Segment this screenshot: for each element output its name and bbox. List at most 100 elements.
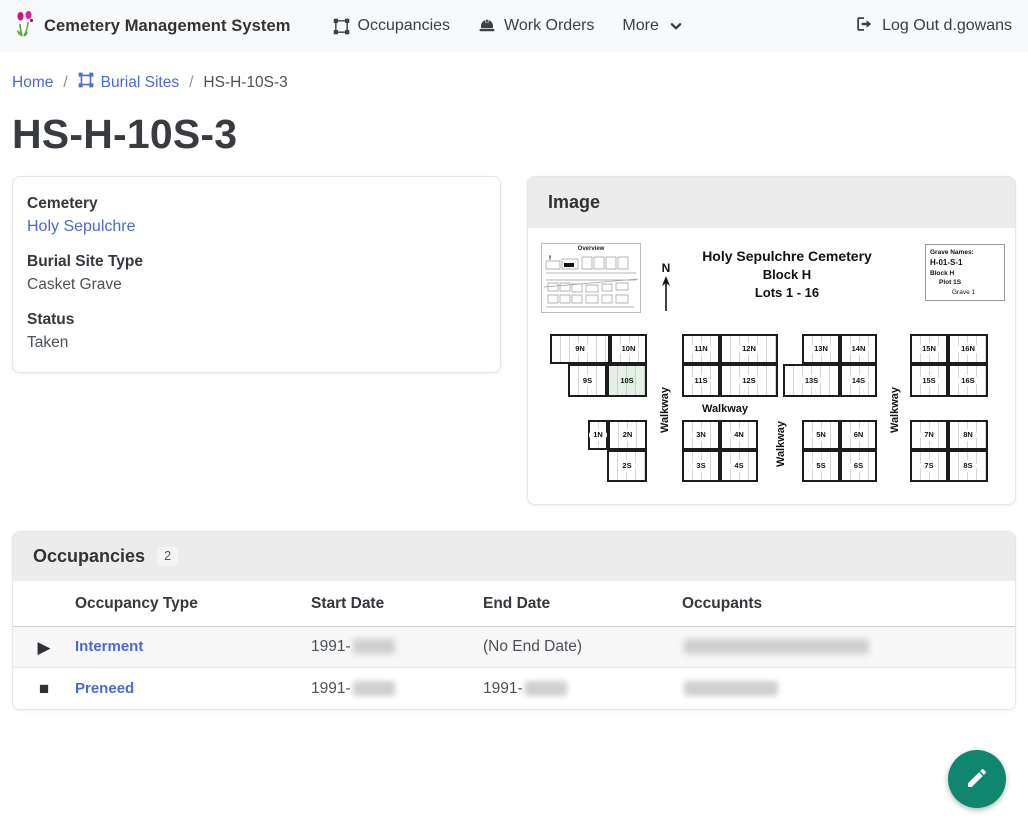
lot-label: 12N bbox=[738, 343, 760, 355]
edit-fab-button[interactable] bbox=[948, 750, 1006, 808]
lot-cell-13N: 13N bbox=[802, 334, 840, 364]
breadcrumb-home-link[interactable]: Home bbox=[12, 74, 53, 92]
burial-plot-icon bbox=[78, 72, 94, 93]
app-title: Cemetery Management System bbox=[44, 17, 291, 36]
end-date-cell: (No End Date) bbox=[483, 638, 682, 656]
field-value: Casket Grave bbox=[27, 276, 486, 294]
lot-label: 9N bbox=[571, 343, 589, 355]
lot-cell-8N: 8N bbox=[948, 420, 988, 450]
lot-cell-4N: 4N bbox=[720, 420, 758, 450]
breadcrumb-burial-sites-link[interactable]: Burial Sites bbox=[78, 72, 179, 93]
field-label: Status bbox=[27, 311, 486, 329]
nav-item-occupancies[interactable]: Occupancies bbox=[319, 17, 465, 35]
occupancies-title: Occupancies bbox=[33, 546, 145, 567]
lot-cell-15N: 15N bbox=[910, 334, 948, 364]
col-occupancy-type: Occupancy Type bbox=[75, 595, 311, 613]
lot-label: 8N bbox=[959, 429, 977, 441]
table-header-row: Occupancy Type Start Date End Date Occup… bbox=[13, 581, 1015, 627]
col-occupants: Occupants bbox=[682, 595, 1015, 613]
lot-cell-8S: 8S bbox=[948, 450, 988, 482]
lot-label: 12S bbox=[738, 375, 759, 387]
logout-button[interactable]: Log Out d.gowans bbox=[855, 15, 1014, 38]
lot-label: 7S bbox=[920, 460, 937, 472]
lot-label: 1N bbox=[589, 429, 607, 441]
lot-cell-16N: 16N bbox=[948, 334, 988, 364]
occupancy-row: ▶Interment1991-(No End Date) bbox=[13, 627, 1015, 668]
redacted-value bbox=[353, 681, 395, 696]
lot-cell-5N: 5N bbox=[802, 420, 840, 450]
lot-label: 15N bbox=[918, 343, 940, 355]
map-title-line3: Lots 1 - 16 bbox=[662, 285, 912, 300]
nav-item-more[interactable]: More bbox=[608, 17, 696, 35]
lot-label: 3N bbox=[692, 429, 710, 441]
lot-cell-7S: 7S bbox=[910, 450, 948, 482]
sign-out-icon bbox=[855, 15, 873, 38]
logout-label: Log Out d.gowans bbox=[882, 17, 1012, 35]
lot-label: 5S bbox=[812, 460, 829, 472]
lot-label: 4N bbox=[730, 429, 748, 441]
lot-label: 10S bbox=[616, 375, 637, 387]
lot-cell-12N: 12N bbox=[720, 334, 778, 364]
breadcrumb: Home / Burial Sites / HS-H-10S-3 bbox=[0, 52, 1028, 107]
map-title-line2: Block H bbox=[662, 267, 912, 282]
occupancies-table: Occupancy Type Start Date End Date Occup… bbox=[13, 581, 1015, 709]
redacted-value bbox=[525, 681, 567, 696]
map-title: Holy Sepulchre Cemetery Block H Lots 1 -… bbox=[662, 248, 912, 300]
lot-label: 7N bbox=[920, 429, 938, 441]
lot-cell-3N: 3N bbox=[682, 420, 720, 450]
lot-cell-15S: 15S bbox=[910, 364, 948, 397]
grave-names-line: Block H bbox=[930, 269, 1000, 278]
occupancy-type-link[interactable]: Interment bbox=[75, 638, 143, 655]
chevron-down-icon bbox=[669, 19, 683, 33]
breadcrumb-separator: / bbox=[63, 74, 67, 92]
hard-hat-icon bbox=[478, 18, 496, 34]
occupancies-card: Occupancies 2 Occupancy Type Start Date … bbox=[12, 531, 1016, 710]
lot-cell-6S: 6S bbox=[840, 450, 877, 482]
lot-cell-5S: 5S bbox=[802, 450, 840, 482]
grave-names-line: Grave Names: bbox=[930, 248, 1000, 257]
breadcrumb-separator: / bbox=[189, 74, 193, 92]
nav-item-work-orders[interactable]: Work Orders bbox=[464, 17, 608, 35]
occupancies-header: Occupancies 2 bbox=[13, 532, 1015, 581]
lot-label: 16S bbox=[957, 375, 978, 387]
lot-cell-14S: 14S bbox=[840, 364, 877, 397]
redacted-occupant-name bbox=[684, 681, 778, 696]
lot-label: 10N bbox=[618, 343, 640, 355]
lot-cell-4S: 4S bbox=[720, 450, 758, 482]
tulip-logo-icon bbox=[14, 10, 36, 43]
lot-label: 14S bbox=[848, 375, 869, 387]
occupancies-plot-icon bbox=[333, 18, 350, 35]
lot-cell-2N: 2N bbox=[608, 420, 647, 450]
lot-label: 13S bbox=[801, 375, 822, 387]
lot-cell-11S: 11S bbox=[682, 364, 720, 397]
page-title: HS-H-10S-3 bbox=[0, 107, 1028, 172]
grave-names-line: Plot 1S bbox=[930, 278, 1000, 287]
app-brand[interactable]: Cemetery Management System bbox=[14, 10, 291, 43]
lot-label: 9S bbox=[579, 375, 596, 387]
lot-cell-11N: 11N bbox=[682, 334, 720, 364]
lot-label: 5N bbox=[812, 429, 830, 441]
col-start-date: Start Date bbox=[311, 595, 483, 613]
walkway-label: Walkway bbox=[775, 421, 787, 467]
lot-cell-16S: 16S bbox=[948, 364, 988, 397]
lot-label: 4S bbox=[730, 460, 747, 472]
breadcrumb-burial-sites-label: Burial Sites bbox=[101, 74, 179, 92]
lot-cell-13S: 13S bbox=[783, 364, 840, 397]
lot-cell-9N: 9N bbox=[550, 334, 610, 364]
overview-inset-map: Overview bbox=[541, 243, 641, 313]
grave-names-legend: Grave Names: H-01-S-1 Block H Plot 1S Gr… bbox=[925, 244, 1005, 301]
lot-label: 11S bbox=[691, 375, 712, 387]
occupancy-row: ■Preneed1991-1991- bbox=[13, 668, 1015, 709]
image-card-header: Image bbox=[528, 177, 1015, 228]
lot-label: 14N bbox=[848, 343, 870, 355]
map-title-line1: Holy Sepulchre Cemetery bbox=[662, 248, 912, 264]
lot-cell-10N: 10N bbox=[610, 334, 647, 364]
field-value: Taken bbox=[27, 334, 486, 352]
cemetery-link[interactable]: Holy Sepulchre bbox=[27, 218, 136, 235]
grave-names-line: H-01-S-1 bbox=[930, 257, 1000, 269]
field-burial-site-type: Burial Site Type Casket Grave bbox=[27, 253, 486, 294]
field-label: Cemetery bbox=[27, 195, 486, 213]
lot-cell-14N: 14N bbox=[840, 334, 877, 364]
occupancy-type-link[interactable]: Preneed bbox=[75, 680, 134, 697]
redacted-value bbox=[353, 639, 395, 654]
